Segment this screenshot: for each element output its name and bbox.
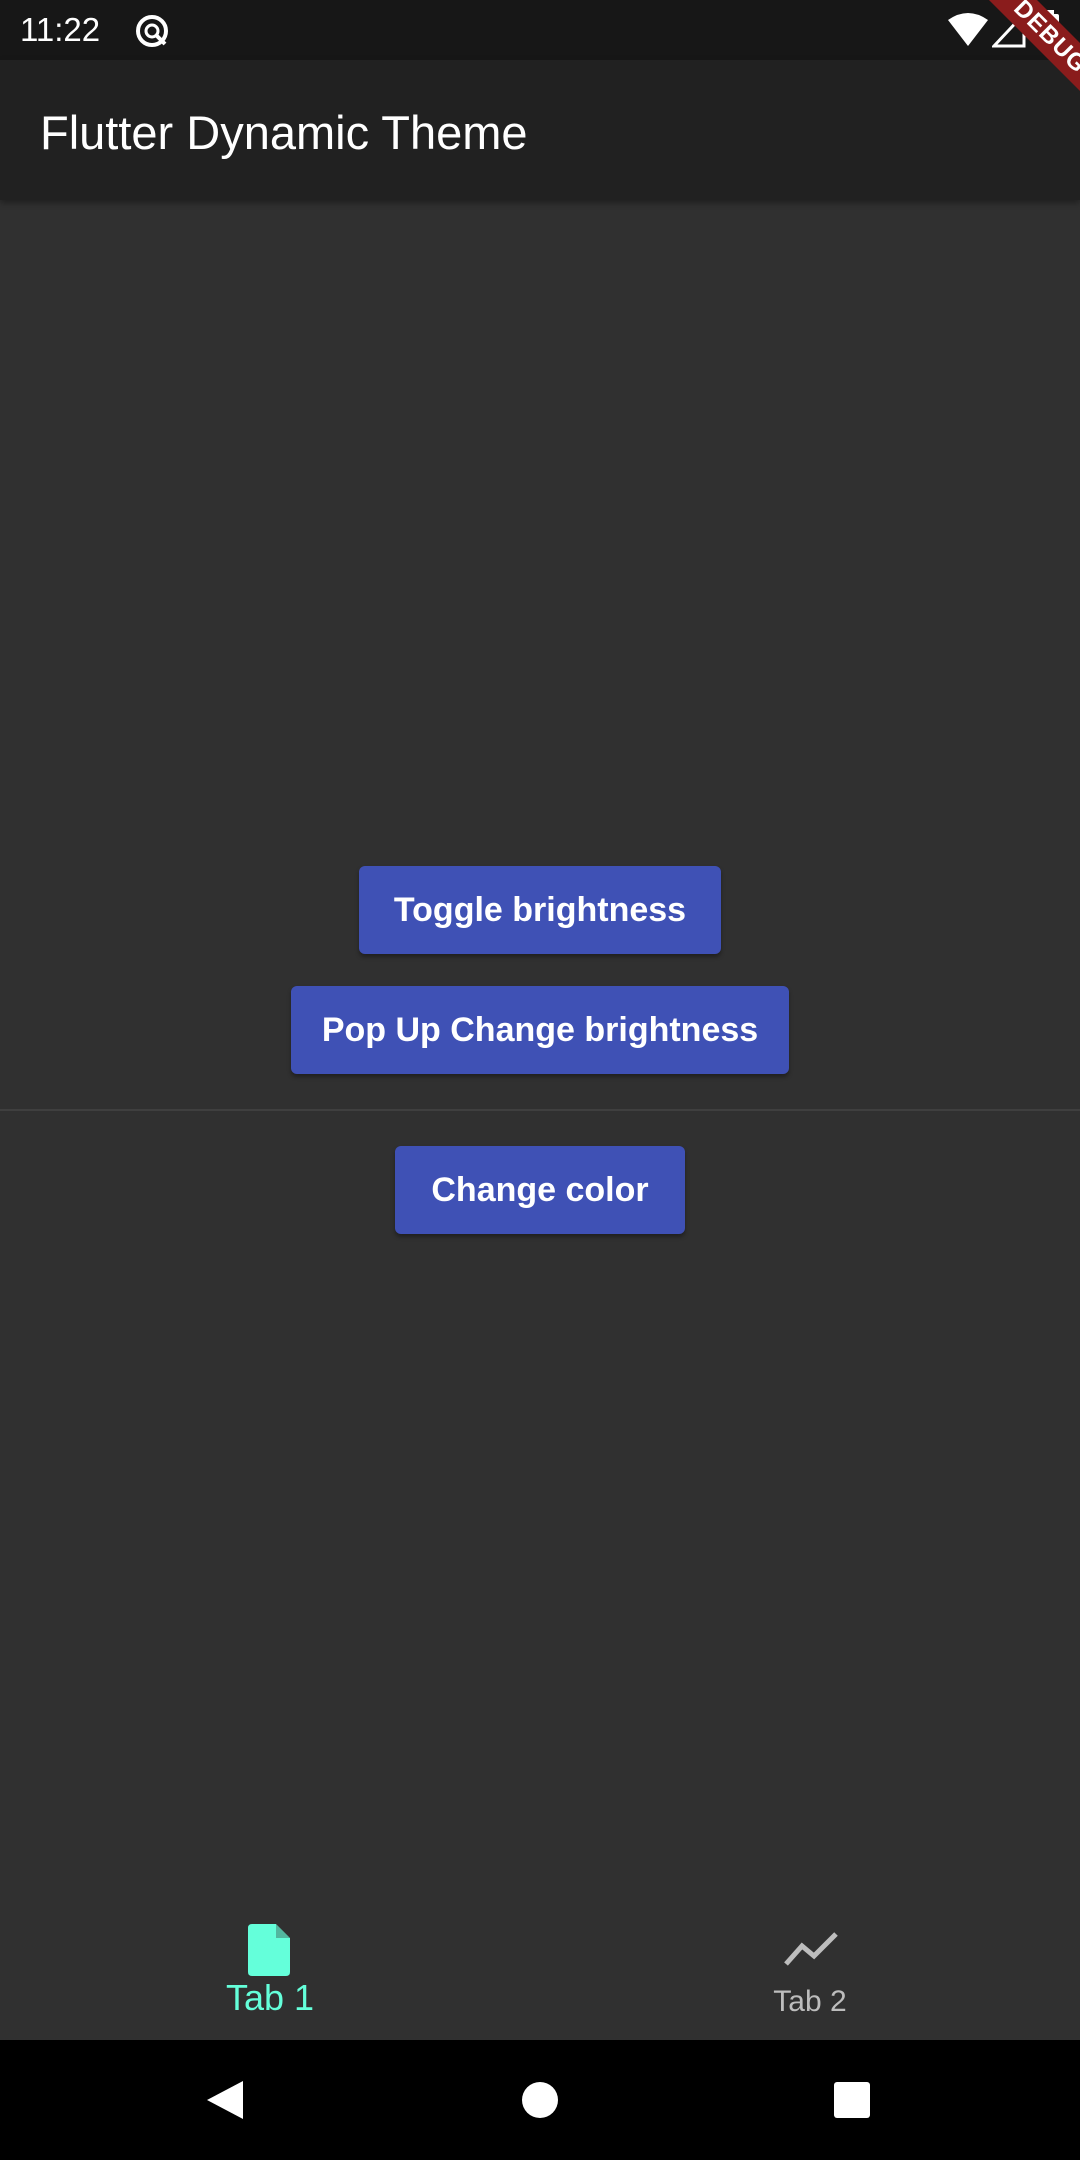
tab-1[interactable]: Tab 1 [0, 1900, 540, 2040]
toggle-brightness-button[interactable]: Toggle brightness [359, 866, 721, 954]
divider [0, 1109, 1080, 1111]
change-color-button[interactable]: Change color [395, 1146, 685, 1234]
tab-2[interactable]: Tab 2 [540, 1900, 1080, 2040]
trending-icon [784, 1932, 838, 1966]
sync-icon [136, 15, 168, 47]
popup-change-brightness-button[interactable]: Pop Up Change brightness [291, 986, 789, 1074]
tab-2-label: Tab 2 [773, 1985, 847, 2018]
document-icon [248, 1924, 290, 1976]
bottom-navigation: Tab 1 Tab 2 [0, 1900, 1080, 2040]
recents-icon[interactable] [834, 2082, 870, 2118]
system-navigation-bar [0, 2040, 1080, 2160]
status-time: 11:22 [20, 11, 101, 48]
screen: 11:22 DEBUG Flutter Dynamic Theme Toggle… [0, 0, 1080, 2160]
status-bar: 11:22 [0, 0, 1080, 60]
page-title: Flutter Dynamic Theme [40, 106, 528, 159]
home-icon[interactable] [522, 2082, 558, 2118]
tab-1-label: Tab 1 [225, 1977, 315, 2018]
wifi-icon [948, 13, 988, 46]
back-icon[interactable] [205, 2079, 245, 2121]
app-bar: Flutter Dynamic Theme [0, 60, 1080, 200]
